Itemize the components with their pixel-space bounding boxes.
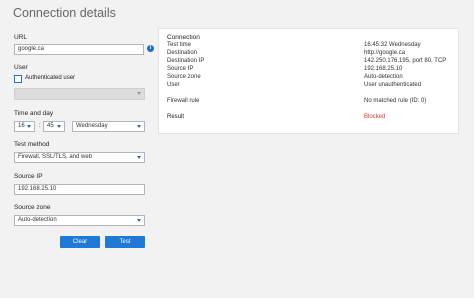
result-key: Source zone xyxy=(167,74,201,80)
result-value: User unauthenticated xyxy=(364,82,422,88)
time-separator: : xyxy=(39,123,41,129)
result-key: Destination xyxy=(167,50,198,56)
result-key: User xyxy=(167,82,180,88)
result-key: Source IP xyxy=(167,66,194,72)
result-key: Result xyxy=(167,114,185,120)
result-value: http://google.ca xyxy=(364,50,406,56)
test-method-value: Firewall, SSL/TLS, and web xyxy=(18,154,93,160)
day-select[interactable]: Wednesday xyxy=(72,121,145,132)
result-key: Test time xyxy=(167,42,192,48)
source-zone-value: Auto-detection xyxy=(18,217,57,223)
chevron-down-icon xyxy=(137,156,141,159)
authenticated-user-checkbox[interactable] xyxy=(14,75,22,83)
authenticated-user-label: Authenticated user xyxy=(25,75,76,81)
chevron-down-icon xyxy=(137,125,141,128)
chevron-down-icon xyxy=(137,219,141,222)
result-status-value: Blocked xyxy=(364,114,386,120)
result-value: No matched rule (ID: 0) xyxy=(364,98,427,104)
info-icon[interactable]: i xyxy=(147,45,154,52)
test-method-label: Test method xyxy=(14,141,50,148)
page-title: Connection details xyxy=(13,6,116,20)
minute-value: 45 xyxy=(47,123,54,129)
hour-value: 16 xyxy=(18,123,25,129)
user-label: User xyxy=(14,64,28,71)
source-zone-select[interactable]: Auto-detection xyxy=(14,215,145,226)
chevron-down-icon xyxy=(27,125,31,128)
clear-button[interactable]: Clear xyxy=(60,236,100,248)
source-ip-label: Source IP xyxy=(14,173,43,180)
user-select xyxy=(14,88,145,100)
day-value: Wednesday xyxy=(76,123,108,129)
result-key: Destination IP xyxy=(167,58,205,64)
hour-select[interactable]: 16 xyxy=(14,121,35,132)
test-button[interactable]: Test xyxy=(105,236,145,248)
test-method-select[interactable]: Firewall, SSL/TLS, and web xyxy=(14,152,145,163)
url-label: URL xyxy=(14,34,28,41)
minute-select[interactable]: 45 xyxy=(43,121,65,132)
source-ip-input[interactable]: 192.168.25.10 xyxy=(14,184,145,195)
connection-result-panel: Connection Test time 16:45:32 Wednesday … xyxy=(158,28,459,134)
result-value: Auto-detection xyxy=(364,74,403,80)
chevron-down-icon xyxy=(137,92,141,95)
chevron-down-icon xyxy=(57,125,61,128)
connection-header: Connection xyxy=(167,34,200,41)
url-input[interactable]: google.ca xyxy=(14,44,144,55)
result-value: 192.168.25.10 xyxy=(364,66,403,72)
result-value: 142.250.176.195, port 80, TCP xyxy=(364,58,447,64)
result-value: 16:45:32 Wednesday xyxy=(364,42,421,48)
time-day-label: Time and day xyxy=(14,110,54,117)
result-key: Firewall rule xyxy=(167,98,200,104)
source-zone-label: Source zone xyxy=(14,204,51,211)
